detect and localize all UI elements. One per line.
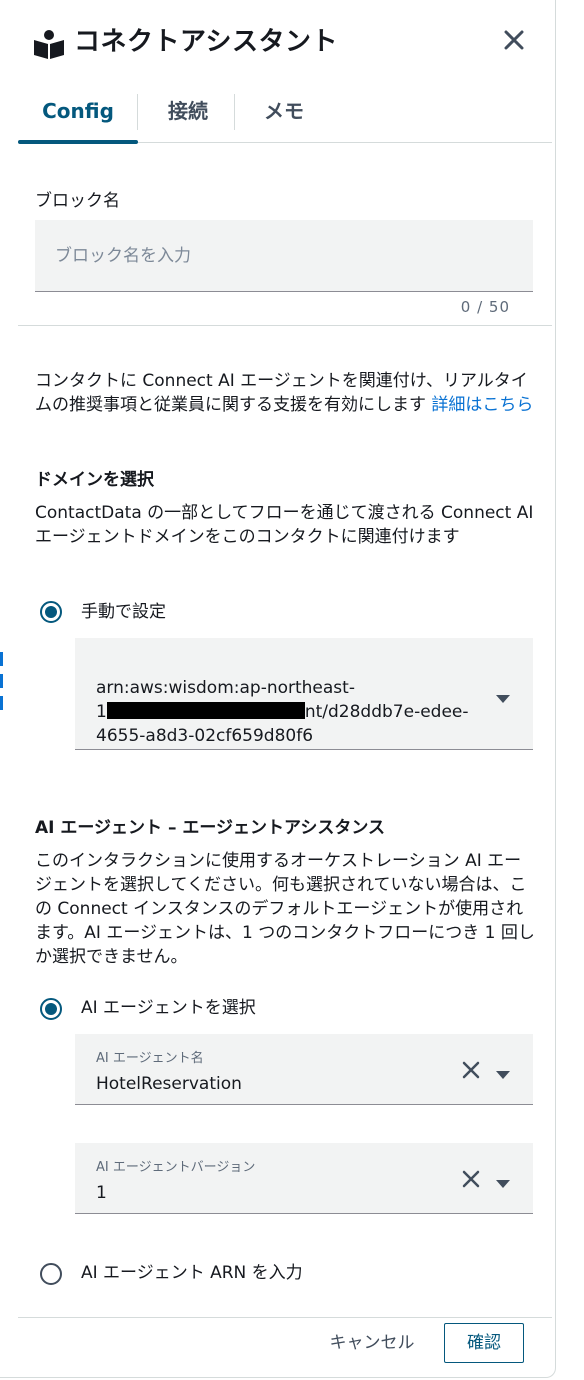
radio-select-ai-agent[interactable]	[40, 998, 62, 1020]
close-button[interactable]	[498, 26, 530, 58]
domain-description: ContactData の一部としてフローを通じて渡される Connect AI…	[35, 503, 534, 547]
clear-icon[interactable]	[461, 1060, 481, 1080]
tab-separator	[234, 94, 235, 130]
active-tab-indicator	[18, 140, 138, 144]
book-person-icon	[33, 28, 65, 60]
block-name-label: ブロック名	[35, 191, 120, 211]
tab-connection[interactable]: 接続	[146, 88, 230, 143]
connect-assistant-panel: コネクトアシスタント Config 接続 メモ ブロック名 0 / 50 コンタ…	[0, 0, 556, 1378]
tab-config[interactable]: Config	[18, 88, 138, 144]
block-name-input[interactable]	[35, 220, 533, 292]
ai-agent-version-value: 1	[96, 1183, 107, 1203]
confirm-button[interactable]: 確認	[444, 1323, 524, 1363]
domain-arn-select[interactable]: arn:aws:wisdom:ap-northeast- 1 nt/d28ddb7…	[75, 638, 533, 750]
tab-connection-label: 接続	[168, 99, 208, 123]
ai-agent-description: このインタラクションに使用するオーケストレーション AI エージェントを選択して…	[35, 851, 535, 967]
redaction-block	[106, 702, 305, 719]
learn-more-link[interactable]: 詳細はこちら	[431, 395, 533, 415]
radio-enter-ai-agent-arn-label: AI エージェント ARN を入力	[81, 1263, 303, 1283]
domain-arn-line: arn:aws:wisdom:ap-northeast-	[96, 678, 355, 698]
chevron-down-icon	[495, 1065, 511, 1079]
panel-title: コネクトアシスタント	[74, 27, 338, 57]
tab-config-label: Config	[42, 99, 114, 123]
tab-memo-label: メモ	[264, 99, 304, 123]
domain-arn-prefix: 1	[96, 702, 107, 722]
domain-arn-line: 1 nt/d28ddb7e-edee-	[96, 700, 469, 724]
radio-enter-ai-agent-arn[interactable]	[40, 1263, 62, 1285]
cancel-button[interactable]: キャンセル	[322, 1324, 422, 1362]
radio-manual-setting-label: 手動で設定	[81, 602, 166, 622]
ai-agent-version-label: AI エージェントバージョン	[96, 1160, 256, 1175]
close-icon	[503, 29, 525, 55]
chevron-down-icon	[495, 1174, 511, 1188]
ai-agent-version-select[interactable]: AI エージェントバージョン 1	[75, 1143, 533, 1214]
domain-arn-line: 4655-a8d3-02cf659d80f6	[96, 726, 314, 746]
domain-arn-suffix: nt/d28ddb7e-edee-	[304, 702, 469, 722]
tab-memo[interactable]: メモ	[242, 88, 326, 143]
chevron-down-icon	[495, 689, 511, 703]
domain-arn-value: arn:aws:wisdom:ap-northeast- 1 nt/d28ddb7…	[96, 676, 469, 748]
footer-divider	[18, 1317, 552, 1318]
radio-manual-setting[interactable]	[40, 601, 62, 623]
ai-agent-name-value: HotelReservation	[96, 1074, 242, 1094]
radio-select-ai-agent-label: AI エージェントを選択	[81, 998, 256, 1018]
block-name-counter: 0 / 50	[460, 298, 510, 316]
section-divider	[18, 325, 552, 326]
tab-bar: Config 接続 メモ	[18, 88, 552, 144]
ai-agent-name-select[interactable]: AI エージェント名 HotelReservation	[75, 1034, 533, 1105]
domain-heading: ドメインを選択	[35, 470, 154, 490]
ai-agent-heading: AI エージェント – エージェントアシスタンス	[35, 818, 386, 838]
ai-agent-name-label: AI エージェント名	[96, 1051, 204, 1066]
block-description: コンタクトに Connect AI エージェントを関連付け、リアルタイムの推奨事…	[35, 369, 535, 417]
clear-icon[interactable]	[461, 1169, 481, 1189]
resize-handle-icon[interactable]	[0, 652, 4, 712]
tab-separator	[137, 94, 138, 130]
